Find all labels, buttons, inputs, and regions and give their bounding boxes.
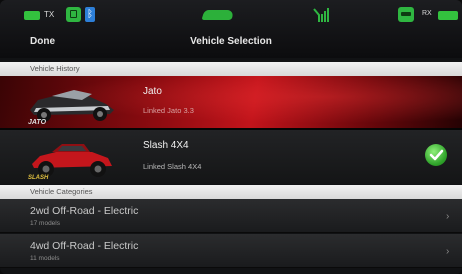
- top-bar: TX ᛒ RX Done Vehicle Selection: [0, 0, 462, 58]
- chevron-right-icon: ›: [446, 211, 450, 222]
- category-count: 17 models: [30, 220, 60, 227]
- category-row-2wd-off-road-electric[interactable]: 2wd Off-Road - Electric 17 models ›: [0, 199, 462, 233]
- receiver-battery-icon: [438, 11, 458, 20]
- antenna-icon: [313, 8, 329, 22]
- vehicle-subtitle: Linked Jato 3.3: [143, 106, 194, 115]
- bluetooth-icon[interactable]: ᛒ: [85, 7, 95, 22]
- category-title: 2wd Off-Road - Electric: [30, 205, 139, 217]
- selected-check-icon: [425, 144, 447, 166]
- vehicle-row-jato[interactable]: JATO Jato Linked Jato 3.3: [0, 76, 462, 128]
- vehicle-row-slash-4x4[interactable]: SLASH Slash 4X4 Linked Slash 4X4: [0, 130, 462, 184]
- vehicle-name: Slash 4X4: [143, 140, 189, 151]
- category-count: 11 models: [30, 255, 60, 262]
- tx-label: TX: [44, 10, 55, 19]
- svg-text:SLASH: SLASH: [28, 175, 49, 180]
- vehicle-name: Jato: [143, 86, 162, 97]
- category-row-4wd-off-road-electric[interactable]: 4wd Off-Road - Electric 11 models ›: [0, 234, 462, 268]
- section-header-vehicle-categories: Vehicle Categories: [0, 185, 462, 199]
- chevron-right-icon: ›: [446, 246, 450, 257]
- section-header-vehicle-history: Vehicle History: [0, 62, 462, 76]
- check-mark-icon: [429, 149, 444, 161]
- rx-label: RX: [422, 10, 432, 17]
- vehicle-icon[interactable]: [201, 10, 235, 20]
- model-icon[interactable]: [398, 7, 414, 22]
- vehicle-selection-screen: TX ᛒ RX Done Vehicle Selection Vehicle H…: [0, 0, 462, 274]
- jato-vehicle-image: JATO: [28, 90, 114, 126]
- slash-vehicle-image: SLASH: [28, 144, 112, 180]
- transmitter-battery-icon: [24, 11, 40, 20]
- page-title: Vehicle Selection: [190, 36, 272, 47]
- category-title: 4wd Off-Road - Electric: [30, 240, 139, 252]
- status-bar: TX ᛒ RX: [0, 4, 462, 26]
- svg-text:JATO: JATO: [28, 119, 47, 126]
- lock-icon[interactable]: [66, 7, 81, 22]
- vehicle-subtitle: Linked Slash 4X4: [143, 162, 202, 171]
